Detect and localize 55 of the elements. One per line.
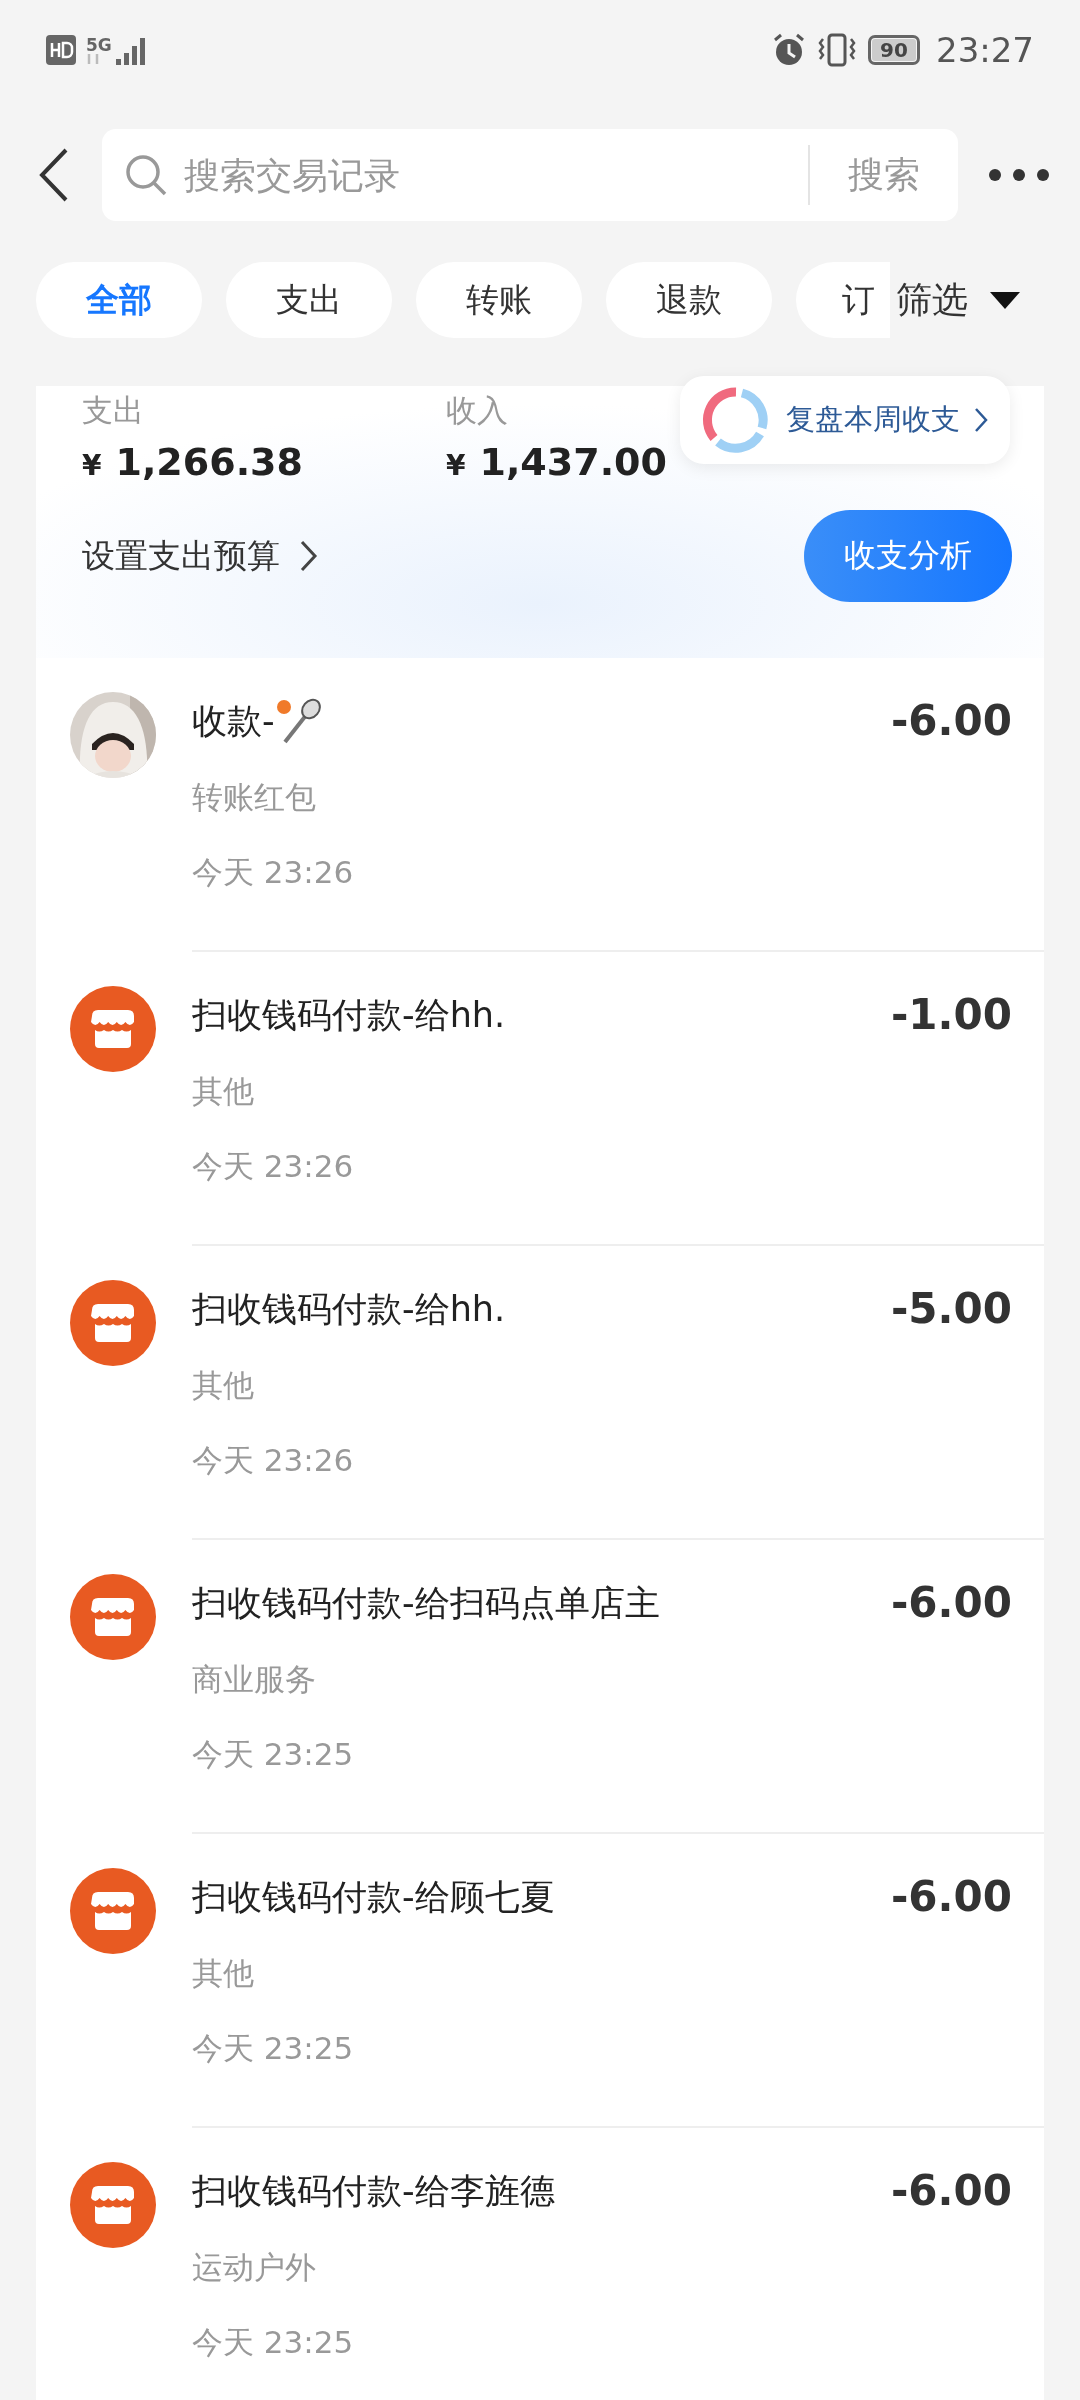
analysis-button[interactable]: 收支分析 <box>804 510 1012 602</box>
filter-tab[interactable]: 订 <box>796 262 890 338</box>
transaction-time: 今天 23:26 <box>192 1441 354 1480</box>
transaction-time: 今天 23:25 <box>192 2029 354 2068</box>
transaction-time: 今天 23:26 <box>192 853 354 892</box>
currency-sign: ¥ <box>446 449 466 482</box>
dropdown-icon[interactable] <box>990 290 1020 310</box>
chevron-icon <box>974 407 988 433</box>
stat-amount: 1,437.00 <box>479 440 667 484</box>
more-icon[interactable] <box>988 168 1050 182</box>
transaction-category: 其他 <box>192 1072 254 1111</box>
shop-icon <box>70 986 156 1072</box>
transaction-category: 转账红包 <box>192 778 316 817</box>
transaction-category: 其他 <box>192 1366 254 1405</box>
budget-link[interactable]: 设置支出预算 <box>82 533 318 579</box>
transaction-title: 扫收钱码付款-给顾七夏 <box>192 1876 555 1919</box>
alarm-icon <box>772 33 806 67</box>
shop-icon <box>70 1868 156 1954</box>
vibrate-icon <box>816 33 858 67</box>
transaction-title: 收款- <box>192 700 275 743</box>
transaction-time: 今天 23:25 <box>192 1735 354 1774</box>
shop-icon <box>70 1280 156 1366</box>
filter-tab[interactable]: 退款 <box>606 262 772 338</box>
filter-tab[interactable]: 支出 <box>226 262 392 338</box>
filter-tab[interactable]: 全部 <box>36 262 202 338</box>
transaction-amount: -1.00 <box>890 990 1012 1041</box>
chevron-icon <box>300 540 318 572</box>
battery-level: 90 <box>868 35 920 65</box>
transaction-title: 扫收钱码付款-给hh. <box>192 994 506 1037</box>
transaction-title: 扫收钱码付款-给扫码点单店主 <box>192 1582 660 1625</box>
transaction-title: 扫收钱码付款-给hh. <box>192 1288 506 1331</box>
transaction-time: 今天 23:26 <box>192 1147 354 1186</box>
stat-amount: 1,266.38 <box>115 440 303 484</box>
search-icon <box>124 153 168 197</box>
transaction-time: 今天 23:25 <box>192 2323 354 2362</box>
stat-label: 收入 <box>446 391 508 430</box>
shop-icon <box>70 2162 156 2248</box>
currency-sign: ¥ <box>82 449 102 482</box>
transaction-category: 其他 <box>192 1954 254 1993</box>
review-tip[interactable]: 复盘本周收支 <box>680 376 1010 464</box>
stat-label: 支出 <box>82 391 144 430</box>
transaction-amount: -5.00 <box>890 1284 1012 1335</box>
transaction-category: 运动户外 <box>192 2248 316 2287</box>
clock: 23:27 <box>936 30 1034 70</box>
transaction-amount: -6.00 <box>890 696 1012 747</box>
filter-label[interactable]: 筛选 <box>896 275 968 325</box>
transaction-category: 商业服务 <box>192 1660 316 1699</box>
transaction-amount: -6.00 <box>890 1578 1012 1629</box>
transaction-amount: -6.00 <box>890 1872 1012 1923</box>
transaction-amount: -6.00 <box>890 2166 1012 2217</box>
shop-icon <box>70 1574 156 1660</box>
network-type: 5G <box>86 36 112 54</box>
filter-tab[interactable]: 转账 <box>416 262 582 338</box>
hd-icon <box>46 35 76 65</box>
transaction-title: 扫收钱码付款-给李旌德 <box>192 2170 555 2213</box>
